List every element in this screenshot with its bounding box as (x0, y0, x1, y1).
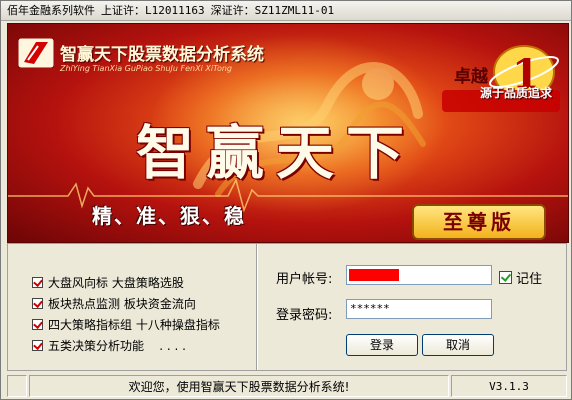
account-input[interactable] (346, 265, 492, 285)
check-icon (32, 340, 43, 351)
check-icon (32, 277, 43, 288)
title-sh-value: L12011163 (145, 4, 205, 17)
app-pinyin: ZhiYing TianXia GuPiao ShuJu FenXi XiTon… (60, 64, 232, 73)
title-vendor: 佰年金融系列软件 (7, 4, 95, 17)
company-logo-icon (18, 38, 54, 68)
tagline: 精、准、狠、稳 (92, 204, 246, 228)
remember-check-icon[interactable] (499, 271, 512, 284)
password-label: 登录密码: (276, 308, 333, 323)
feature-list: 大盘风向标 大盘策略选股 板块热点监测 板块资金流向 四大策略指标组 十八种操盘… (32, 272, 220, 356)
panel-divider (256, 244, 258, 370)
login-button[interactable]: 登录 (346, 334, 418, 356)
check-icon (32, 319, 43, 330)
feature-item: 大盘风向标 大盘策略选股 (32, 272, 220, 293)
account-label: 用户帐号: (276, 272, 333, 287)
status-version: V3.1.3 (451, 375, 567, 397)
app-name: 智赢天下股票数据分析系统 (60, 45, 264, 65)
splash-banner: 智赢天下股票数据分析系统 ZhiYing TianXia GuPiao ShuJ… (7, 23, 569, 243)
password-value: ****** (350, 302, 390, 315)
feature-label: 四大策略指标组 十八种操盘指标 (48, 318, 220, 332)
title-bar: 佰年金融系列软件 上证许：L12011163 深证许：SZ11ZML11-01 (1, 1, 571, 21)
password-input[interactable]: ****** (346, 299, 492, 319)
edition-label: 至尊版 (443, 210, 515, 234)
feature-label: 大盘风向标 大盘策略选股 (48, 276, 184, 290)
edition-badge: 至尊版 (412, 204, 546, 240)
feature-label: 板块热点监测 板块资金流向 (48, 297, 196, 311)
cancel-button[interactable]: 取消 (422, 334, 494, 356)
status-welcome: 欢迎您，使用智赢天下股票数据分析系统! (29, 375, 449, 397)
account-redaction (349, 269, 399, 281)
status-cell-blank (7, 375, 27, 397)
feature-item: 五类决策分析功能 . . . . (32, 335, 220, 356)
remember-label: 记住 (516, 272, 543, 287)
login-window: 佰年金融系列软件 上证许：L12011163 深证许：SZ11ZML11-01 智赢… (0, 0, 572, 400)
big-title: 智赢天下 (136, 119, 417, 187)
title-sz-value: SZ11ZML11-01 (254, 4, 335, 17)
status-bar: 欢迎您，使用智赢天下股票数据分析系统! V3.1.3 (7, 375, 567, 397)
feature-label: 五类决策分析功能 . . . . (48, 339, 186, 353)
feature-item: 板块热点监测 板块资金流向 (32, 293, 220, 314)
login-panel: 大盘风向标 大盘策略选股 板块热点监测 板块资金流向 四大策略指标组 十八种操盘… (7, 243, 567, 371)
feature-item: 四大策略指标组 十八种操盘指标 (32, 314, 220, 335)
title-sz-label: 深证许： (210, 4, 255, 17)
remember-checkbox[interactable]: 记住 (499, 268, 542, 287)
check-icon (32, 298, 43, 309)
slogan-sub: 源于品质追求 (479, 86, 552, 100)
title-sh-label: 上证许： (101, 4, 145, 17)
